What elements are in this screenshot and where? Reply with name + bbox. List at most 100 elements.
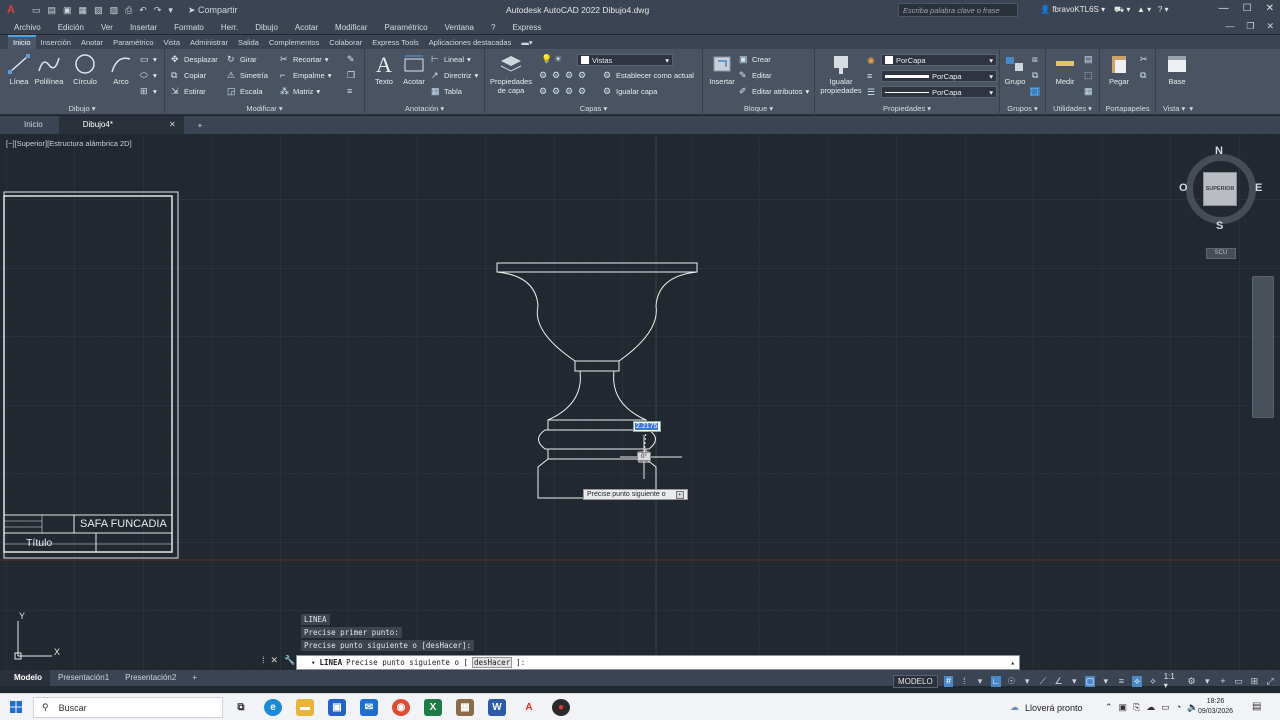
- panel-anotacion-title[interactable]: Anotación ▾: [365, 104, 484, 113]
- base-button[interactable]: Base: [1160, 53, 1194, 86]
- dimension-input-field[interactable]: 2.2175: [633, 421, 661, 432]
- layer-state-icons[interactable]: 💡 ☀: [541, 55, 564, 64]
- save-icon[interactable]: ▣: [63, 5, 72, 16]
- annotation-visibility-icon[interactable]: ⟡: [1132, 675, 1143, 687]
- drawing-canvas[interactable]: [−][Superior][Estructura alámbrica 2D] S…: [0, 134, 1280, 670]
- layer-tools-row2[interactable]: ⚙ ⚙ ⚙ ⚙: [539, 87, 588, 96]
- command-history-toggle-icon[interactable]: ▴: [1010, 658, 1015, 667]
- color-dropdown[interactable]: PorCapa ▾: [881, 54, 997, 66]
- erase-button[interactable]: ✎: [347, 55, 357, 64]
- escala-button[interactable]: ◲ Escala: [227, 87, 263, 97]
- tab-complementos[interactable]: Complementos: [264, 38, 324, 47]
- menu-ventana[interactable]: Ventana: [445, 23, 474, 32]
- menu-formato[interactable]: Formato: [174, 23, 204, 32]
- tab-colaborar[interactable]: Colaborar: [324, 38, 367, 47]
- weather-widget[interactable]: ☁ Lloverá pronto: [1010, 702, 1083, 713]
- menu-herr[interactable]: Herr.: [221, 23, 238, 32]
- lineweight-toggle-icon[interactable]: ≡: [1117, 676, 1127, 687]
- clean-screen-icon[interactable]: ⤢: [1265, 676, 1275, 687]
- compass-east[interactable]: E: [1255, 182, 1262, 194]
- close-icon[interactable]: ✕: [1266, 3, 1274, 14]
- vistas-dropdown[interactable]: Vistas ▾: [577, 54, 673, 66]
- usb-icon[interactable]: ⎘: [1133, 702, 1140, 713]
- ribbon-overflow-icon[interactable]: ▾: [1189, 104, 1193, 113]
- igualar-capa-button[interactable]: ⚙ Igualar capa: [603, 87, 657, 97]
- snap-toggle-icon[interactable]: ⁞: [959, 676, 969, 687]
- undo-icon[interactable]: ↶: [139, 5, 147, 16]
- rectangle-tool[interactable]: ▭ ▾: [140, 55, 157, 65]
- hatch-tool[interactable]: ⬭ ▾: [140, 71, 157, 81]
- tray-chevron-icon[interactable]: ⌃: [1105, 702, 1113, 713]
- tab-anotar[interactable]: Anotar: [76, 38, 108, 47]
- doc-minimize-icon[interactable]: —: [1225, 21, 1234, 32]
- new-file-icon[interactable]: ▭: [32, 5, 41, 16]
- compass-west[interactable]: O: [1179, 182, 1188, 194]
- help-icon[interactable]: ?: [1158, 5, 1162, 14]
- tab-administrar[interactable]: Administrar: [185, 38, 233, 47]
- excel-icon[interactable]: X: [424, 699, 442, 716]
- osnap-menu-icon[interactable]: ▾: [1101, 676, 1111, 687]
- tab-salida[interactable]: Salida: [233, 38, 264, 47]
- model-space-toggle[interactable]: MODELO: [893, 674, 938, 688]
- compass-north[interactable]: N: [1215, 145, 1223, 157]
- tray-app-icon[interactable]: ▣: [1119, 702, 1128, 713]
- editar-bloque-button[interactable]: ✎ Editar: [739, 71, 772, 81]
- arco-button[interactable]: Arco: [104, 53, 138, 86]
- add-layout-icon[interactable]: +: [184, 670, 205, 686]
- tab-inicio[interactable]: Inicio: [8, 35, 36, 49]
- layout-tab-presentacion1[interactable]: Presentación1: [50, 670, 117, 686]
- close-tab-icon[interactable]: ✕: [169, 120, 176, 129]
- angle-input-field[interactable]: 0°: [637, 452, 651, 461]
- maximize-icon[interactable]: ☐: [1243, 3, 1252, 14]
- group-select-button[interactable]: ⬚: [1030, 87, 1040, 96]
- taskbar-search-box[interactable]: ⚲ Buscar: [33, 697, 223, 718]
- customize-qat-icon[interactable]: ▾: [168, 5, 173, 16]
- annotation-monitor-icon[interactable]: +: [1218, 676, 1228, 687]
- tab-vista[interactable]: Vista: [159, 38, 186, 47]
- layout-tab-modelo[interactable]: Modelo: [0, 670, 50, 686]
- navigation-bar[interactable]: [1252, 276, 1274, 418]
- command-recent-icon[interactable]: ▾: [311, 658, 316, 667]
- grid-toggle-icon[interactable]: #: [943, 675, 954, 687]
- panel-grupos-title[interactable]: Grupos ▾: [1000, 104, 1045, 113]
- compass-south[interactable]: S: [1216, 220, 1223, 232]
- explode-button[interactable]: ❐: [347, 71, 357, 80]
- medir-button[interactable]: Medir: [1048, 53, 1082, 86]
- ungroup-button[interactable]: ⧈: [1032, 55, 1042, 64]
- menu-insertar[interactable]: Insertar: [130, 23, 157, 32]
- open-web-icon[interactable]: ▧: [94, 5, 103, 16]
- user-account[interactable]: 👤 fbravoKTL6S ▾ ⛟ ▾ ▲ ▾ ? ▾: [1040, 5, 1169, 15]
- directriz-button[interactable]: ↗ Directriz ▾: [431, 71, 478, 81]
- command-line-input[interactable]: ▾ LINEA Precise punto siguiente o [desHa…: [296, 655, 1020, 670]
- battery-icon[interactable]: ▭: [1161, 702, 1170, 713]
- onedrive-icon[interactable]: ☁: [1146, 702, 1155, 713]
- word-icon[interactable]: W: [488, 699, 506, 716]
- file-explorer-icon[interactable]: ▬: [296, 699, 314, 716]
- polar-toggle-icon[interactable]: ☉: [1007, 676, 1017, 687]
- save-as-icon[interactable]: ▦: [79, 5, 88, 16]
- panel-utilidades-title[interactable]: Utilidades ▾: [1046, 104, 1099, 113]
- calc-button[interactable]: ▤: [1084, 55, 1094, 64]
- new-tab-icon[interactable]: +: [184, 121, 203, 130]
- polilinea-button[interactable]: Polilínea: [32, 53, 66, 86]
- viewcube[interactable]: SUPERIOR N S E O: [1179, 145, 1262, 232]
- plot-icon[interactable]: ⎙: [125, 5, 132, 16]
- edge-browser-icon[interactable]: e: [264, 699, 282, 716]
- units-icon[interactable]: ▭: [1234, 676, 1244, 687]
- doc-close-icon[interactable]: ✕: [1266, 21, 1274, 32]
- panel-vista-title[interactable]: Vista ▾ ▾: [1156, 104, 1200, 113]
- quick-properties-icon[interactable]: ⊞: [1250, 676, 1260, 687]
- panel-propiedades-title[interactable]: Propiedades ▾: [815, 104, 999, 113]
- menu-express[interactable]: Express: [512, 23, 541, 32]
- ribbon-toggle-icon[interactable]: ▬▾: [516, 38, 537, 47]
- menu-archivo[interactable]: Archivo: [14, 23, 41, 32]
- tab-parametrico[interactable]: Paramétrico: [108, 38, 158, 47]
- layer-tools-row1[interactable]: ⚙ ⚙ ⚙ ⚙: [539, 71, 588, 80]
- viewcube-top-face[interactable]: SUPERIOR: [1203, 172, 1237, 206]
- panel-modificar-title[interactable]: Modificar ▾: [165, 104, 364, 113]
- isodraft-icon[interactable]: ⟋: [1038, 676, 1048, 687]
- viewport-controls[interactable]: [−][Superior][Estructura alámbrica 2D]: [6, 139, 132, 148]
- grip-icon[interactable]: ⁞: [262, 655, 265, 666]
- grupo-button[interactable]: Grupo: [1000, 53, 1030, 86]
- establecer-actual-button[interactable]: ⚙ Establecer como actual: [603, 71, 694, 81]
